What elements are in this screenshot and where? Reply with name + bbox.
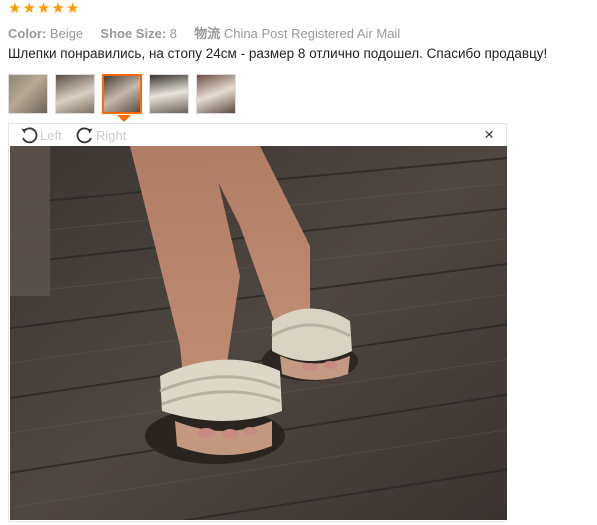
viewer-toolbar: Left Right × bbox=[9, 124, 506, 146]
rotate-left-icon bbox=[19, 125, 39, 145]
review-text: Шлепки понравились, на стопу 24см - разм… bbox=[8, 46, 548, 61]
order-attributes: Color: Beige Shoe Size: 8 物流 China Post … bbox=[8, 23, 400, 42]
star-icon: ★ bbox=[51, 0, 65, 17]
close-icon[interactable]: × bbox=[484, 126, 494, 144]
star-icon: ★ bbox=[22, 0, 36, 17]
rating-stars: ★ ★ ★ ★ ★ bbox=[8, 1, 79, 16]
review-thumbnails bbox=[8, 74, 236, 114]
review-photo bbox=[10, 146, 507, 520]
rotate-left-button[interactable]: Left bbox=[19, 125, 62, 145]
rotate-right-label: Right bbox=[96, 127, 127, 143]
color-label: Color: bbox=[8, 26, 47, 41]
review-thumbnail[interactable] bbox=[55, 74, 95, 114]
review-thumbnail[interactable] bbox=[8, 74, 48, 114]
shoe-size-value: 8 bbox=[169, 26, 178, 41]
active-thumbnail-pointer bbox=[117, 115, 131, 122]
color-value: Beige bbox=[49, 26, 84, 41]
image-viewer: Left Right × bbox=[8, 123, 507, 522]
rotate-right-icon bbox=[75, 125, 95, 145]
shipping-label: 物流 bbox=[194, 26, 221, 41]
rotate-left-label: Left bbox=[40, 127, 62, 143]
shipping-value: China Post Registered Air Mail bbox=[223, 26, 401, 41]
rotate-right-button[interactable]: Right bbox=[75, 125, 126, 145]
review-thumbnail[interactable] bbox=[196, 74, 236, 114]
review-photo-image bbox=[10, 146, 507, 520]
star-icon: ★ bbox=[8, 0, 22, 17]
star-icon: ★ bbox=[65, 0, 80, 17]
review-thumbnail-active[interactable] bbox=[102, 74, 142, 114]
star-icon: ★ bbox=[36, 0, 51, 17]
review-thumbnail[interactable] bbox=[149, 74, 189, 114]
shoe-size-label: Shoe Size: bbox=[100, 26, 167, 41]
